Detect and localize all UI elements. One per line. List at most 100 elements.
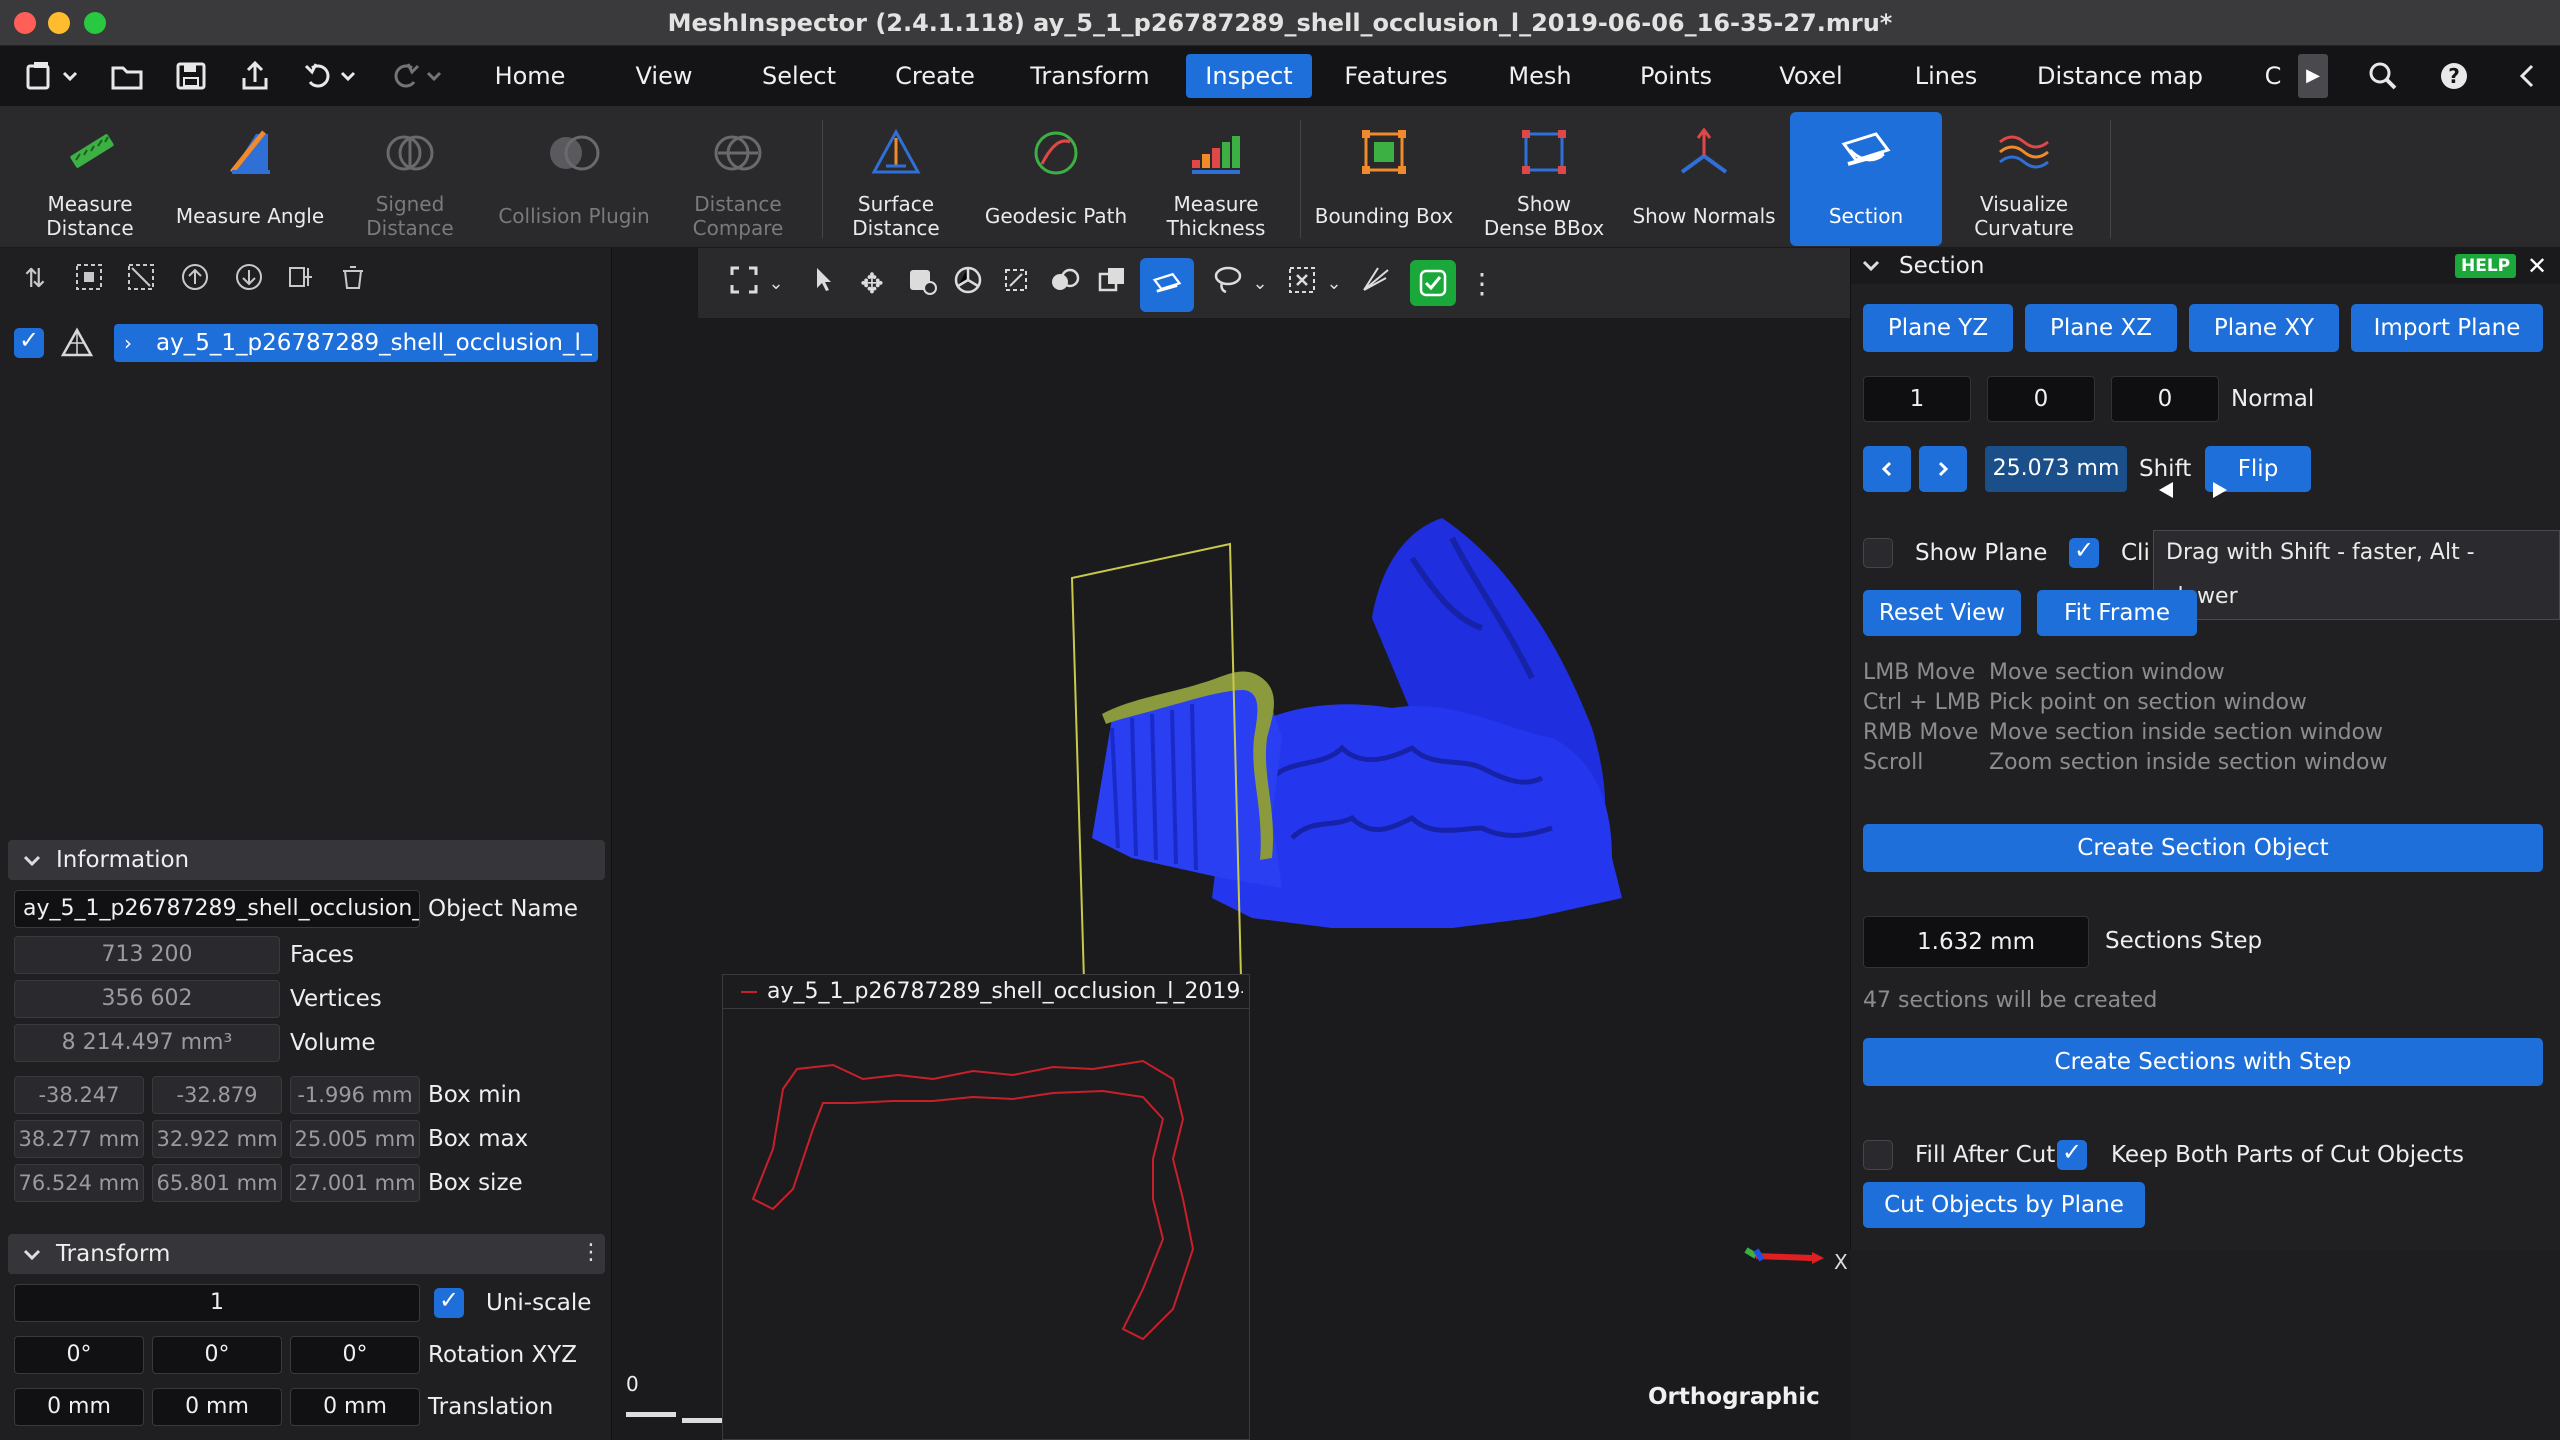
save-icon[interactable] (174, 60, 210, 92)
tab-voxel[interactable]: Voxel (1762, 54, 1860, 98)
shift-slider[interactable]: 25.073 mm (1985, 446, 2127, 492)
chevron-down-icon[interactable]: ⌄ (1248, 264, 1272, 304)
undo-icon[interactable] (302, 60, 362, 92)
tab-lines[interactable]: Lines (1898, 54, 1994, 98)
tab-overflow[interactable]: C (2258, 54, 2288, 98)
uniscale-checkbox[interactable] (434, 1286, 464, 1318)
sections-step-input[interactable]: 1.632 mm (1863, 916, 2089, 968)
shift-decrease-button[interactable] (1863, 446, 1911, 492)
scene-tree-item[interactable]: › ay_5_1_p26787289_shell_occlusion_l_20 (114, 324, 598, 362)
create-section-object-button[interactable]: Create Section Object (1863, 824, 2543, 872)
project-menu-icon[interactable] (26, 60, 82, 92)
search-icon[interactable] (2366, 60, 2400, 92)
scale-input[interactable]: 1 (14, 1284, 420, 1322)
redo-icon[interactable] (388, 60, 448, 92)
3d-viewport[interactable]: ay_5_1_p26787289_shell_occlusion_l_2019-… (612, 248, 1850, 1440)
tab-home[interactable]: Home (478, 54, 582, 98)
show-dense-bbox-button[interactable]: Show Dense BBox (1468, 112, 1620, 246)
dental-mesh-model[interactable] (1032, 478, 1792, 1038)
tab-distance-map[interactable]: Distance map (2030, 54, 2210, 98)
ray-select-icon[interactable] (1356, 264, 1396, 304)
transform-header[interactable]: Transform ⋮ (8, 1234, 605, 1274)
close-panel-icon[interactable]: ✕ (2527, 248, 2547, 284)
tab-view[interactable]: View (614, 54, 714, 98)
chevron-down-icon[interactable]: ⌄ (764, 264, 788, 304)
section-preview-window[interactable]: ay_5_1_p26787289_shell_occlusion_l_2019- (722, 974, 1250, 1440)
more-options-icon[interactable]: ⋮ (580, 1240, 602, 1265)
information-header[interactable]: Information (8, 840, 605, 880)
clear-selection-icon[interactable] (1282, 264, 1322, 304)
viewport-more-icon[interactable]: ⋮ (1468, 264, 1496, 304)
create-sections-with-step-button[interactable]: Create Sections with Step (1863, 1038, 2543, 1086)
help-icon[interactable]: ? (2438, 60, 2470, 92)
expand-icon[interactable]: › (124, 324, 132, 362)
fill-after-cut-checkbox[interactable] (1863, 1140, 1893, 1170)
tab-features[interactable]: Features (1336, 54, 1456, 98)
select-pointer-icon[interactable] (804, 264, 844, 304)
object-name-field[interactable]: ay_5_1_p26787289_shell_occlusion_ (14, 890, 420, 928)
normal-z-input[interactable]: 0 (2111, 376, 2219, 422)
tab-mesh[interactable]: Mesh (1490, 54, 1590, 98)
section-window-header[interactable]: ay_5_1_p26787289_shell_occlusion_l_2019- (723, 975, 1249, 1009)
import-plane-button[interactable]: Import Plane (2351, 304, 2543, 352)
distance-compare-button[interactable]: Distance Compare (662, 112, 814, 246)
collapse-ribbon-icon[interactable] (2512, 60, 2542, 92)
rotation-z-input[interactable]: 0° (290, 1336, 420, 1374)
normal-x-input[interactable]: 1 (1863, 376, 1971, 422)
sort-icon[interactable]: ⇅ (18, 262, 52, 296)
delete-icon[interactable] (336, 262, 370, 296)
projection-label[interactable]: Orthographic (1648, 1384, 1820, 1410)
signed-distance-button[interactable]: Signed Distance (334, 112, 486, 246)
translation-z-input[interactable]: 0 mm (290, 1388, 420, 1426)
select-all-icon[interactable] (72, 262, 106, 296)
plane-xy-button[interactable]: Plane XY (2189, 304, 2339, 352)
measure-thickness-button[interactable]: Measure Thickness (1140, 112, 1292, 246)
tab-points[interactable]: Points (1624, 54, 1728, 98)
reset-view-button[interactable]: Reset View (1863, 590, 2021, 636)
collision-plugin-button[interactable]: Collision Plugin (498, 112, 650, 246)
translation-x-input[interactable]: 0 mm (14, 1388, 144, 1426)
open-folder-icon[interactable] (110, 60, 146, 92)
visualize-curvature-button[interactable]: Visualize Curvature (1948, 112, 2100, 246)
move-down-icon[interactable] (232, 262, 266, 296)
geodesic-path-button[interactable]: Geodesic Path (980, 112, 1132, 246)
lasso-icon[interactable] (1208, 264, 1248, 304)
orbit-icon[interactable] (948, 264, 988, 304)
auto-check-icon[interactable] (1410, 260, 1456, 306)
tab-inspect[interactable]: Inspect (1186, 54, 1312, 98)
shift-increase-button[interactable] (1919, 446, 1967, 492)
cut-objects-by-plane-button[interactable]: Cut Objects by Plane (1863, 1182, 2145, 1228)
measure-angle-button[interactable]: Measure Angle (174, 112, 326, 246)
normal-y-input[interactable]: 0 (1987, 376, 2095, 422)
deselect-all-icon[interactable] (124, 262, 158, 296)
section-panel-header[interactable]: Section HELP ✕ (1851, 248, 2560, 284)
help-badge[interactable]: HELP (2455, 254, 2517, 278)
show-normals-button[interactable]: Show Normals (1628, 112, 1780, 246)
rotation-y-input[interactable]: 0° (152, 1336, 282, 1374)
tab-select[interactable]: Select (748, 54, 850, 98)
measure-distance-button[interactable]: Measure Distance (14, 112, 166, 246)
clip-checkbox[interactable] (2069, 536, 2099, 568)
move-up-icon[interactable] (178, 262, 212, 296)
copy-icon[interactable] (1092, 264, 1132, 304)
rotation-x-input[interactable]: 0° (14, 1336, 144, 1374)
fit-frame-button[interactable]: Fit Frame (2037, 590, 2197, 636)
chevron-down-icon[interactable]: ⌄ (1322, 264, 1346, 304)
translation-y-input[interactable]: 0 mm (152, 1388, 282, 1426)
plane-xz-button[interactable]: Plane XZ (2025, 304, 2177, 352)
camera-icon[interactable] (1044, 264, 1084, 304)
show-plane-checkbox[interactable] (1863, 538, 1893, 568)
section-button[interactable]: Section (1790, 112, 1942, 246)
fit-view-icon[interactable] (724, 264, 764, 304)
bounding-box-button[interactable]: Bounding Box (1308, 112, 1460, 246)
move-icon[interactable]: ✥ (852, 264, 892, 304)
surface-distance-button[interactable]: Surface Distance (820, 112, 972, 246)
tab-create[interactable]: Create (882, 54, 988, 98)
paint-select-icon[interactable] (902, 264, 942, 304)
export-icon[interactable] (238, 60, 274, 92)
plane-yz-button[interactable]: Plane YZ (1863, 304, 2013, 352)
tab-transform[interactable]: Transform (1016, 54, 1164, 98)
tabs-scroll-right-icon[interactable]: ▶ (2298, 54, 2328, 98)
bbox-select-icon[interactable] (996, 264, 1036, 304)
keep-both-parts-checkbox[interactable] (2057, 1138, 2087, 1170)
